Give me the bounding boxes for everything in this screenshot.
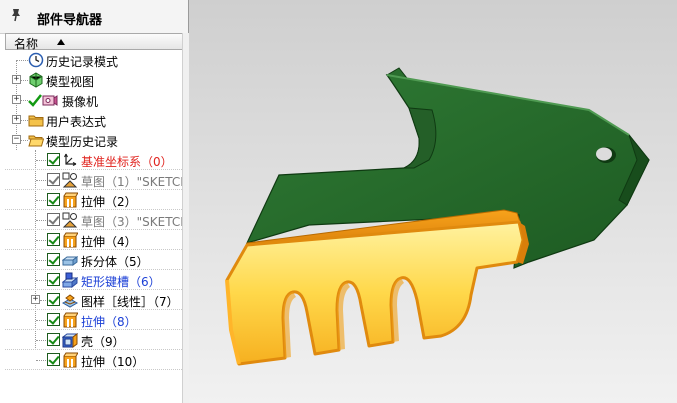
tree-item-extrude-4[interactable]: 拉伸（4） [0, 230, 182, 250]
datum-csys-icon [64, 153, 77, 166]
sketch-icon [62, 212, 78, 228]
visibility-checkbox[interactable] [47, 293, 60, 306]
folder-icon [28, 115, 44, 127]
tree-item-cameras[interactable]: + 摄像机 [0, 90, 182, 110]
visibility-checkbox[interactable] [47, 193, 60, 206]
visibility-checkbox[interactable] [47, 233, 60, 246]
part-navigator-panel: 部件导航器 名称 历史记录模式 + 模型视图 + 摄像机 + 用户表达式 − 模… [0, 0, 195, 403]
tree-item-sketch-1[interactable]: 草图（1）"SKETCH_ [0, 170, 195, 190]
feature-tree: 历史记录模式 + 模型视图 + 摄像机 + 用户表达式 − 模型历史记录 基准坐… [0, 50, 195, 403]
tree-item-label: 草图（1）"SKETCH_ [81, 175, 196, 189]
tree-item-label: 图样［线性］（7） [81, 295, 179, 309]
tree-item-label: 拉伸（10） [81, 355, 145, 369]
extrude-icon [63, 352, 78, 368]
navigator-title-bar: 部件导航器 [0, 0, 188, 34]
tree-item-extrude-10[interactable]: 拉伸（10） [0, 350, 182, 370]
tree-item-label: 拉伸（4） [81, 235, 137, 249]
tree-item-shell-9[interactable]: 壳（9） [0, 330, 182, 350]
tree-item-label: 拆分体（5） [81, 255, 149, 269]
tree-item-label: 拉伸（8） [81, 315, 137, 329]
tree-item-label: 基准坐标系（0） [81, 155, 173, 169]
expand-toggle[interactable]: + [12, 95, 21, 104]
visibility-checkbox[interactable] [47, 313, 60, 326]
visibility-checkbox[interactable] [47, 213, 60, 226]
folder-open-icon [28, 135, 44, 147]
extrude-icon [63, 312, 78, 328]
graphics-window[interactable] [189, 0, 677, 403]
tree-item-label: 用户表达式 [46, 115, 107, 129]
tree-item-user-expressions[interactable]: + 用户表达式 [0, 110, 182, 130]
tree-item-label: 矩形键槽（6） [81, 275, 161, 289]
tree-item-label: 拉伸（2） [81, 195, 137, 209]
visibility-checkbox[interactable] [47, 353, 60, 366]
visibility-checkbox[interactable] [47, 333, 60, 346]
navigator-scrollbar[interactable] [182, 33, 189, 403]
sketch-icon [62, 172, 78, 188]
expand-toggle[interactable]: + [31, 295, 40, 304]
tree-item-rectangular-slot-6[interactable]: 矩形键槽（6） [0, 270, 182, 290]
3d-model-view[interactable] [189, 0, 677, 403]
navigator-title: 部件导航器 [37, 13, 103, 28]
expand-toggle[interactable]: + [12, 115, 21, 124]
split-body-icon [62, 256, 78, 266]
tree-item-datum-csys[interactable]: 基准坐标系（0） [0, 150, 182, 170]
clock-icon [28, 52, 44, 68]
tree-item-extrude-2[interactable]: 拉伸（2） [0, 190, 182, 210]
camera-icon [42, 95, 58, 106]
pin-icon[interactable] [10, 8, 22, 22]
model-views-icon [29, 72, 43, 88]
tree-item-history-mode[interactable]: 历史记录模式 [0, 50, 182, 70]
tree-item-label: 历史记录模式 [46, 55, 119, 69]
tree-item-label: 草图（3）"SKETCH_ [81, 215, 196, 229]
sort-ascending-icon [57, 39, 65, 45]
collapse-toggle[interactable]: − [12, 135, 21, 144]
expand-toggle[interactable]: + [12, 75, 21, 84]
tree-item-label: 摄像机 [62, 95, 99, 109]
rectangular-slot-icon [62, 272, 78, 288]
check-mark-icon [28, 94, 42, 107]
tree-item-sketch-3[interactable]: 草图（3）"SKETCH_ [0, 210, 195, 230]
visibility-checkbox[interactable] [47, 153, 60, 166]
tree-item-pattern-7[interactable]: + 图样［线性］（7） [0, 290, 182, 310]
extrude-icon [63, 192, 78, 208]
tree-item-model-history[interactable]: − 模型历史记录 [0, 130, 182, 150]
tree-item-label: 模型视图 [46, 75, 95, 89]
visibility-checkbox[interactable] [47, 253, 60, 266]
visibility-checkbox[interactable] [47, 173, 60, 186]
tree-item-label: 模型历史记录 [46, 135, 119, 149]
tree-item-model-views[interactable]: + 模型视图 [0, 70, 182, 90]
tree-item-label: 壳（9） [81, 335, 125, 349]
extrude-icon [63, 232, 78, 248]
tree-item-split-body-5[interactable]: 拆分体（5） [0, 250, 182, 270]
pattern-icon [62, 294, 78, 308]
shell-icon [62, 333, 78, 348]
name-column-header[interactable]: 名称 [5, 33, 183, 51]
tree-item-extrude-8[interactable]: 拉伸（8） [0, 310, 182, 330]
visibility-checkbox[interactable] [47, 273, 60, 286]
